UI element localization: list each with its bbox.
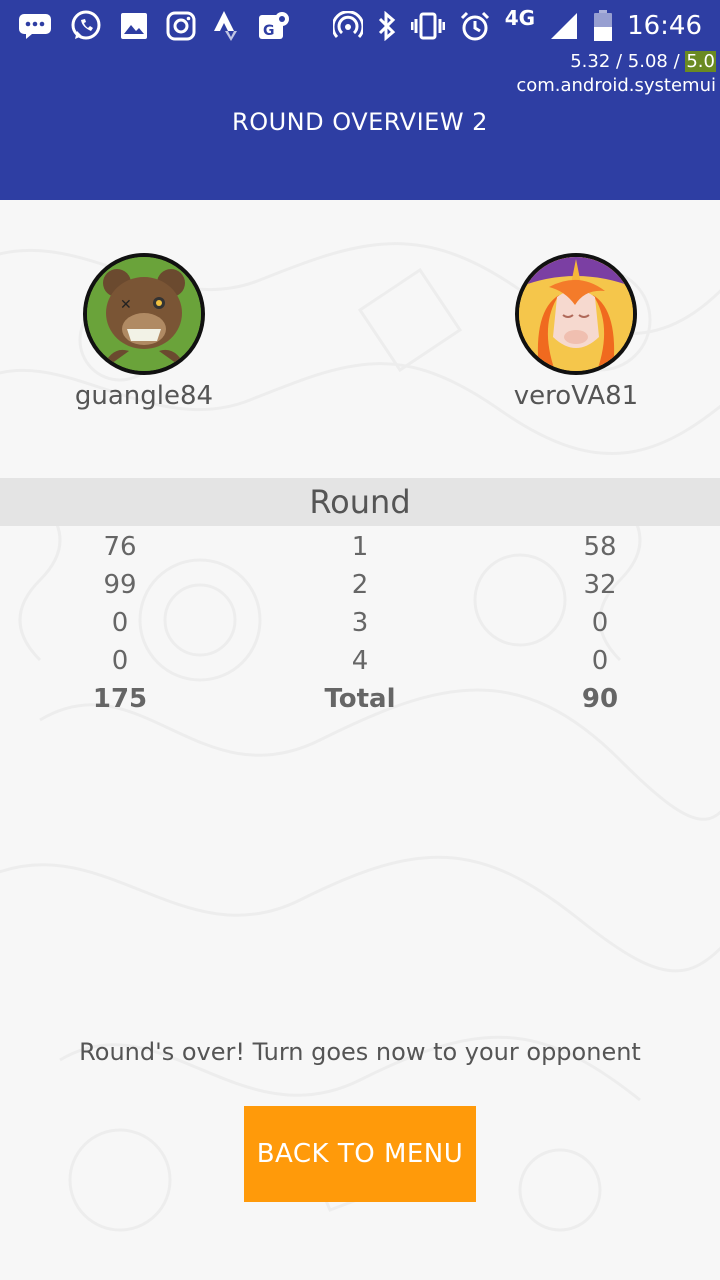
player-avatar: ✕ xyxy=(83,253,205,375)
signal-icon xyxy=(551,13,578,39)
round-header: Round xyxy=(0,478,720,526)
left-score: 0 xyxy=(111,646,129,676)
vibrate-icon xyxy=(410,12,445,40)
table-row: 99 2 32 xyxy=(0,566,720,604)
svg-text:✕: ✕ xyxy=(120,297,132,313)
system-status: 4G 16:46 xyxy=(332,6,702,46)
right-score: 32 xyxy=(583,570,617,600)
total-row: 175 Total 90 xyxy=(0,680,720,718)
player-avatar xyxy=(515,253,637,375)
right-score: 0 xyxy=(591,646,609,676)
round-number: 1 xyxy=(351,532,369,562)
right-total: 90 xyxy=(581,684,619,714)
notification-icons: G xyxy=(18,6,290,46)
process-name: com.android.systemui xyxy=(516,75,716,96)
left-total: 175 xyxy=(92,684,148,714)
clock: 16:46 xyxy=(627,11,702,41)
back-to-menu-button[interactable]: BACK TO MENU xyxy=(244,1106,476,1202)
whatsapp-icon xyxy=(71,10,101,40)
round-table: 76 1 58 99 2 32 0 3 0 0 4 0 175 Total 90 xyxy=(0,528,720,718)
left-score: 99 xyxy=(103,570,137,600)
battery-icon xyxy=(594,10,613,41)
table-row: 0 3 0 xyxy=(0,604,720,642)
strava-icon xyxy=(214,11,237,41)
round-number: 2 xyxy=(351,570,369,600)
debug-overlay: 5.32 / 5.08 / 5.0 com.android.systemui xyxy=(516,50,716,98)
round-number: 3 xyxy=(351,608,369,638)
app-bar: G 4G 16:46 5.32 / 5.08 / 5.0 com.android… xyxy=(0,0,720,200)
network-type: 4G xyxy=(504,6,536,30)
unicorn-avatar-icon xyxy=(519,257,633,371)
turn-message: Round's over! Turn goes now to your oppo… xyxy=(79,1038,641,1066)
left-score: 0 xyxy=(111,608,129,638)
right-score: 58 xyxy=(583,532,617,562)
round-number: 4 xyxy=(351,646,369,676)
chat-bubble-icon xyxy=(19,14,51,39)
status-bar: G 4G 16:46 xyxy=(0,0,720,52)
image-icon xyxy=(121,13,147,39)
player-name: guangle84 xyxy=(74,381,214,411)
bear-avatar-icon: ✕ xyxy=(87,257,201,371)
bluetooth-icon xyxy=(378,11,395,41)
cpu-load: 5.32 / 5.08 / 5.0 xyxy=(570,51,716,72)
player-left: ✕ guangle84 xyxy=(64,253,224,411)
player-right: veroVA81 xyxy=(496,253,656,411)
svg-text:G: G xyxy=(263,23,275,39)
player-name: veroVA81 xyxy=(513,381,639,411)
table-row: 76 1 58 xyxy=(0,528,720,566)
hotspot-icon xyxy=(332,11,363,39)
total-label: Total xyxy=(324,684,396,714)
page-title: ROUND OVERVIEW 2 xyxy=(232,108,488,136)
left-score: 76 xyxy=(103,532,137,562)
alarm-icon xyxy=(460,11,489,41)
table-row: 0 4 0 xyxy=(0,642,720,680)
instagram-icon xyxy=(166,11,196,41)
right-score: 0 xyxy=(591,608,609,638)
maps-icon: G xyxy=(259,12,289,39)
